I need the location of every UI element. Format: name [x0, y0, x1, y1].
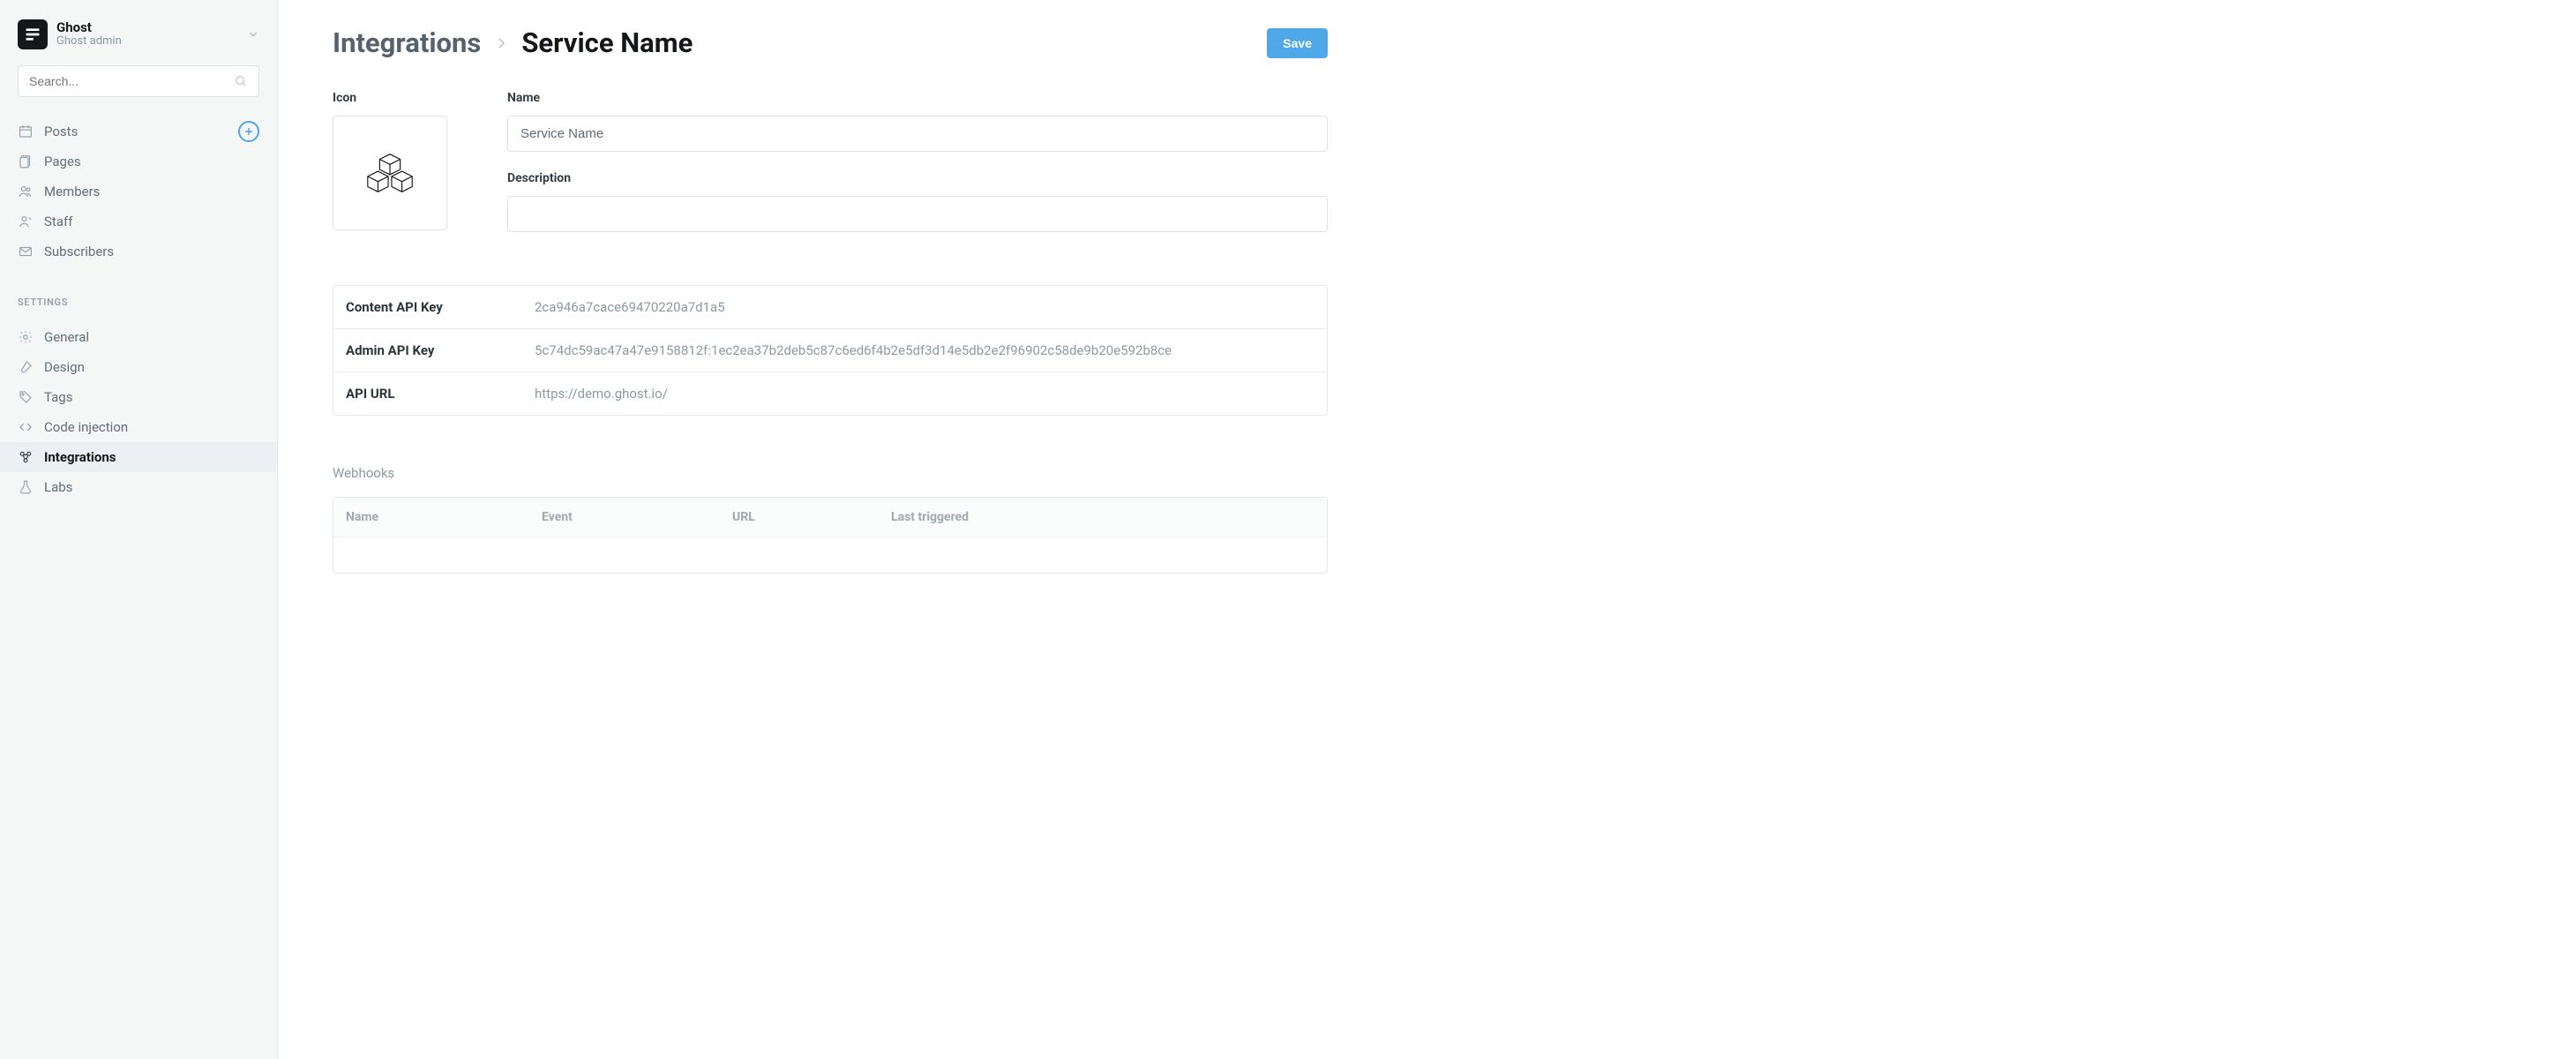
breadcrumb: Integrations Service Name [333, 26, 693, 59]
site-switcher[interactable]: Ghost Ghost admin [0, 19, 277, 65]
integration-icon-uploader[interactable] [333, 116, 447, 230]
name-input[interactable] [507, 116, 1328, 152]
webhooks-col-url: URL [732, 510, 891, 524]
sidebar-item-label: Tags [44, 389, 72, 405]
api-key-label: Content API Key [346, 299, 535, 315]
nav-settings-heading: SETTINGS [0, 275, 277, 315]
sidebar-item-label: Staff [44, 214, 72, 229]
chevron-down-icon [247, 28, 259, 41]
gear-icon [18, 329, 34, 345]
breadcrumb-current: Service Name [521, 26, 693, 59]
sidebar-item-label: Integrations [44, 449, 116, 465]
sidebar: Ghost Ghost admin Posts [0, 0, 278, 1059]
documents-icon [18, 154, 34, 169]
site-logo [18, 19, 48, 49]
main-content: Integrations Service Name Save Icon [278, 0, 1482, 1059]
description-label: Description [507, 171, 1328, 185]
api-key-value: https://demo.ghost.io/ [535, 386, 668, 402]
webhooks-empty-body [333, 537, 1327, 573]
sidebar-item-integrations[interactable]: Integrations [0, 442, 277, 472]
sidebar-item-labs[interactable]: Labs [0, 472, 277, 502]
sidebar-item-label: Posts [44, 124, 78, 139]
code-icon [18, 419, 34, 435]
sidebar-item-subscribers[interactable]: Subscribers [0, 237, 277, 267]
sidebar-item-label: Labs [44, 479, 72, 495]
sidebar-item-pages[interactable]: Pages [0, 146, 277, 176]
webhooks-col-event: Event [542, 510, 732, 524]
sidebar-item-label: Pages [44, 154, 81, 169]
search-input[interactable] [29, 74, 234, 88]
boxes-icon [363, 146, 417, 200]
sidebar-item-staff[interactable]: Staff [0, 207, 277, 237]
nav-settings: General Design Tags Code injection Integ… [0, 315, 277, 511]
api-key-label: Admin API Key [346, 342, 535, 358]
webhooks-col-last-triggered: Last triggered [891, 510, 1314, 524]
add-post-button[interactable] [238, 121, 259, 142]
api-row-api-url[interactable]: API URL https://demo.ghost.io/ [333, 372, 1327, 415]
right-gutter [1482, 0, 2576, 1059]
sidebar-item-members[interactable]: Members [0, 176, 277, 207]
integrations-icon [18, 449, 34, 465]
sidebar-item-label: General [44, 329, 89, 345]
sidebar-item-label: Members [44, 184, 100, 199]
api-keys-card: Content API Key 2ca946a7cace69470220a7d1… [333, 285, 1328, 416]
sidebar-item-general[interactable]: General [0, 322, 277, 352]
chevron-right-icon [493, 35, 509, 51]
sidebar-item-label: Subscribers [44, 244, 114, 259]
sidebar-item-code-injection[interactable]: Code injection [0, 412, 277, 442]
webhooks-title: Webhooks [333, 465, 1328, 481]
mail-icon [18, 244, 34, 259]
breadcrumb-root[interactable]: Integrations [333, 26, 481, 59]
search-icon [234, 74, 248, 88]
description-input[interactable] [507, 196, 1328, 232]
site-title: Ghost [56, 20, 238, 35]
api-key-value: 2ca946a7cace69470220a7d1a5 [535, 299, 725, 315]
webhooks-header-row: Name Event URL Last triggered [333, 498, 1327, 537]
api-key-label: API URL [346, 386, 535, 402]
ghost-logo-icon [24, 26, 41, 43]
name-label: Name [507, 91, 1328, 105]
sidebar-item-posts[interactable]: Posts [0, 116, 238, 146]
api-key-value: 5c74dc59ac47a47e9158812f:1ec2ea37b2deb5c… [535, 342, 1172, 358]
search-input-wrapper[interactable] [18, 65, 259, 97]
api-row-content-key[interactable]: Content API Key 2ca946a7cace69470220a7d1… [333, 286, 1327, 329]
site-subtitle: Ghost admin [56, 35, 238, 49]
staff-icon [18, 214, 34, 229]
webhooks-col-name: Name [346, 510, 542, 524]
plus-icon [243, 126, 254, 137]
members-icon [18, 184, 34, 199]
api-row-admin-key[interactable]: Admin API Key 5c74dc59ac47a47e9158812f:1… [333, 329, 1327, 372]
sidebar-item-label: Design [44, 359, 85, 375]
sidebar-item-design[interactable]: Design [0, 352, 277, 382]
save-button[interactable]: Save [1267, 28, 1328, 58]
tag-icon [18, 389, 34, 405]
sidebar-item-label: Code injection [44, 419, 128, 435]
webhooks-table: Name Event URL Last triggered [333, 497, 1328, 574]
calendar-icon [18, 124, 34, 139]
sidebar-item-tags[interactable]: Tags [0, 382, 277, 412]
brush-icon [18, 359, 34, 375]
icon-label: Icon [333, 91, 477, 105]
nav-main: Posts Pages Members Staff [0, 109, 277, 275]
site-meta: Ghost Ghost admin [56, 20, 238, 49]
labs-icon [18, 479, 34, 495]
